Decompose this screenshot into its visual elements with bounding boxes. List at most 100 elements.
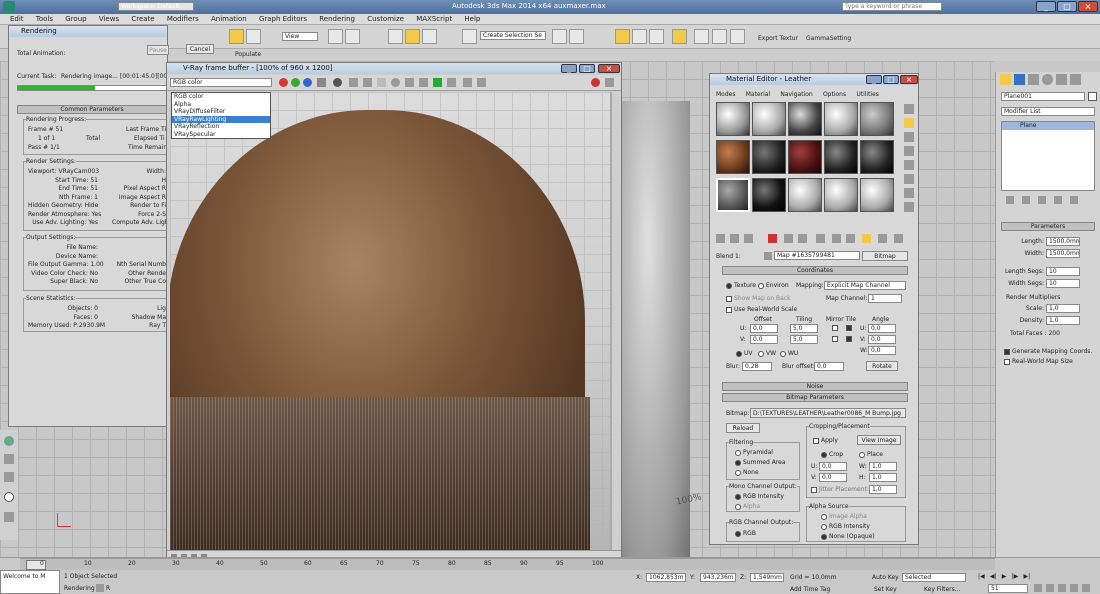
select-icon[interactable] xyxy=(229,29,244,44)
u-mirror-checkbox[interactable] xyxy=(832,325,838,331)
u-crop-field[interactable]: 0,0 xyxy=(819,462,847,471)
maxscript-listener[interactable]: Welcome to M xyxy=(0,570,60,594)
summed-area-radio[interactable]: Summed Area xyxy=(735,459,786,466)
v-tiling-field[interactable]: 5,0 xyxy=(790,335,818,344)
me-maximize-button[interactable]: □ xyxy=(883,75,899,84)
sample-slot[interactable] xyxy=(716,102,750,136)
u-angle-field[interactable]: 0,0 xyxy=(868,324,896,333)
render-setup-icon[interactable] xyxy=(694,29,709,44)
rgb-intensity-radio[interactable]: RGB Intensity xyxy=(735,493,784,500)
render-last-icon[interactable] xyxy=(605,78,614,87)
material-editor-icon[interactable] xyxy=(672,29,687,44)
snap-icon[interactable] xyxy=(388,29,403,44)
red-channel-icon[interactable] xyxy=(279,78,288,87)
go-to-start-icon[interactable]: |◀ xyxy=(978,573,985,580)
brush-tool-icon[interactable] xyxy=(4,472,14,482)
put-to-scene-icon[interactable] xyxy=(730,234,739,243)
map-name-field[interactable]: Map #1635799481 xyxy=(774,251,860,260)
v-crop-field[interactable]: 0,0 xyxy=(819,473,847,482)
real-world-scale-checkbox[interactable]: Use Real-World Scale xyxy=(726,306,797,313)
scene-explorer-icon[interactable] xyxy=(615,29,630,44)
image-alpha-radio[interactable]: Image Alpha xyxy=(821,513,867,520)
menu-create[interactable]: Create xyxy=(131,14,154,25)
density-field[interactable]: 1,0 xyxy=(1046,316,1080,325)
scale-field[interactable]: 1,0 xyxy=(1046,304,1080,313)
sample-slot[interactable] xyxy=(716,140,750,174)
pivot-icon[interactable] xyxy=(328,29,343,44)
show-corrections-icon[interactable] xyxy=(433,78,442,87)
sample-slot-active[interactable] xyxy=(716,178,750,212)
environ-radio[interactable]: Environ xyxy=(758,282,789,289)
common-parameters-header[interactable]: Common Parameters xyxy=(17,105,167,114)
make-preview-icon[interactable] xyxy=(904,174,914,184)
sphere-tool-icon[interactable] xyxy=(4,436,14,446)
remove-modifier-icon[interactable] xyxy=(1054,196,1062,204)
modifier-list-dropdown[interactable]: Modifier List xyxy=(1001,107,1095,116)
assign-to-selection-icon[interactable] xyxy=(744,234,753,243)
stack-item-plane[interactable]: Plane xyxy=(1002,122,1094,130)
history-icon[interactable] xyxy=(463,78,472,87)
stop-render-icon[interactable] xyxy=(591,78,600,87)
pause-button[interactable]: Pause xyxy=(147,45,169,55)
workspace-dropdown[interactable]: Workspace: Default xyxy=(118,2,194,11)
current-frame-field[interactable]: 51 xyxy=(988,584,1028,593)
me-menu-navigation[interactable]: Navigation xyxy=(780,91,812,98)
me-menu-modes[interactable]: Modes xyxy=(716,91,735,98)
zoom-icon[interactable] xyxy=(1034,584,1042,592)
reset-map-icon[interactable] xyxy=(768,234,777,243)
link-vfb-icon[interactable] xyxy=(419,78,428,87)
minimize-button[interactable]: _ xyxy=(1036,1,1056,12)
lens-effects-icon[interactable] xyxy=(447,78,456,87)
sample-slot[interactable] xyxy=(788,178,822,212)
region-render-icon[interactable] xyxy=(405,78,414,87)
width-segs-field[interactable]: 10 xyxy=(1046,279,1080,288)
pick-material-icon[interactable] xyxy=(894,234,903,243)
me-menu-options[interactable]: Options xyxy=(823,91,846,98)
previous-frame-icon[interactable]: ◀| xyxy=(990,573,997,580)
get-material-icon[interactable] xyxy=(716,234,725,243)
next-frame-icon[interactable]: |▶ xyxy=(1012,573,1019,580)
circle-tool-icon[interactable] xyxy=(4,492,14,502)
sample-slot[interactable] xyxy=(788,140,822,174)
v-tile-checkbox[interactable] xyxy=(846,336,852,342)
sample-slot[interactable] xyxy=(752,102,786,136)
vw-radio[interactable]: VW xyxy=(758,350,776,357)
maximize-button[interactable]: □ xyxy=(1057,1,1077,12)
go-to-end-icon[interactable]: ▶| xyxy=(1023,573,1030,580)
save-image-icon[interactable] xyxy=(349,78,358,87)
menu-views[interactable]: Views xyxy=(99,14,119,25)
vfb-maximize-button[interactable]: □ xyxy=(579,64,595,73)
sample-slot[interactable] xyxy=(860,178,894,212)
length-field[interactable]: 1500,0mm xyxy=(1046,237,1080,246)
length-segs-field[interactable]: 10 xyxy=(1046,267,1080,276)
blur-field[interactable]: 0,28 xyxy=(742,362,772,371)
rotate-icon[interactable] xyxy=(246,29,261,44)
sample-slot[interactable] xyxy=(824,178,858,212)
alpha-channel-icon[interactable] xyxy=(317,78,326,87)
object-name-field[interactable]: Plane001 xyxy=(1001,92,1085,101)
load-image-icon[interactable] xyxy=(363,78,372,87)
schematic-view-icon[interactable] xyxy=(649,29,664,44)
blur-offset-field[interactable]: 0,0 xyxy=(814,362,844,371)
mono-alpha-radio[interactable]: Alpha xyxy=(735,503,760,510)
real-world-map-checkbox[interactable]: Real-World Map Size xyxy=(1004,358,1073,365)
pick-icon[interactable] xyxy=(764,252,772,260)
none-filter-radio[interactable]: None xyxy=(735,469,759,476)
channel-dropdown[interactable]: RGB color xyxy=(170,78,272,87)
paint-tool-icon[interactable] xyxy=(4,454,14,464)
populate-tab[interactable]: Populate xyxy=(235,51,261,58)
vfb-close-button[interactable]: × xyxy=(598,64,620,73)
mono-icon[interactable] xyxy=(333,78,342,87)
alpha-rgb-intensity-radio[interactable]: RGB Intensity xyxy=(821,523,870,530)
none-opaque-radio[interactable]: None (Opaque) xyxy=(821,533,875,540)
set-key-button[interactable]: Set Key xyxy=(874,586,897,593)
menu-tools[interactable]: Tools xyxy=(36,14,53,25)
clear-image-icon[interactable] xyxy=(377,78,386,87)
pyramidal-radio[interactable]: Pyramidal xyxy=(735,449,773,456)
track-mouse-icon[interactable] xyxy=(391,78,400,87)
v-offset-field[interactable]: 0,0 xyxy=(750,335,778,344)
me-close-button[interactable]: × xyxy=(900,75,918,84)
rotate-button[interactable]: Rotate xyxy=(866,361,898,371)
go-to-parent-icon[interactable] xyxy=(862,234,871,243)
make-unique-icon[interactable] xyxy=(784,234,793,243)
